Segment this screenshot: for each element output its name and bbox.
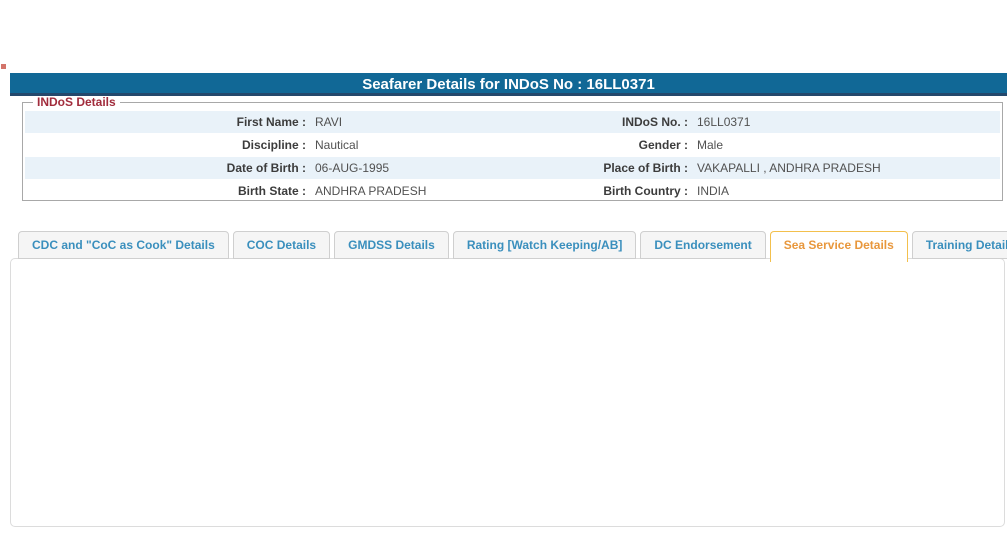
indos-no-value: 16LL0371 (697, 115, 751, 129)
date-of-birth-label: Date of Birth : (226, 161, 306, 175)
birth-country-value: INDIA (697, 184, 730, 198)
tab-gmdss-details[interactable]: GMDSS Details (334, 231, 449, 259)
sea-service-tab-panel (10, 258, 1005, 527)
date-of-birth-value: 06-AUG-1995 (315, 161, 390, 175)
page-title: Seafarer Details for INDoS No : 16LL0371 (10, 73, 1007, 96)
discipline-value: Nautical (315, 138, 359, 152)
indos-row: First Name : RAVI INDoS No. : 16LL0371 (25, 111, 1000, 133)
tab-rating-watch-keeping-ab[interactable]: Rating [Watch Keeping/AB] (452, 231, 637, 259)
place-of-birth-label: Place of Birth : (603, 161, 688, 175)
indos-no-label: INDoS No. : (622, 115, 688, 129)
tab-training-details[interactable]: Training Details (911, 231, 1007, 259)
tab-dc-endorsement[interactable]: DC Endorsement (640, 231, 766, 259)
gender-value: Male (697, 138, 724, 152)
details-tab-bar: CDC and "CoC as Cook" Details COC Detail… (10, 231, 1007, 263)
tab-coc-details[interactable]: COC Details (232, 231, 331, 259)
broken-image-icon (1, 64, 6, 69)
discipline-label: Discipline : (241, 138, 306, 152)
indos-details-section: INDoS Details First Name : RAVI INDoS No… (22, 95, 1003, 201)
tab-sea-service-details[interactable]: Sea Service Details (769, 231, 908, 262)
indos-details-legend: INDoS Details (37, 95, 116, 109)
birth-country-label: Birth Country : (603, 184, 688, 198)
birth-state-value: ANDHRA PRADESH (315, 184, 427, 198)
place-of-birth-value: VAKAPALLI , ANDHRA PRADESH (697, 161, 881, 175)
indos-row: Birth State : ANDHRA PRADESH Birth Count… (25, 180, 1000, 202)
birth-state-label: Birth State : (237, 184, 306, 198)
seafarer-details-page: Seafarer Details for INDoS No : 16LL0371… (0, 0, 1007, 539)
gender-label: Gender : (638, 138, 688, 152)
indos-row: Discipline : Nautical Gender : Male (25, 134, 1000, 156)
tab-cdc-coc-as-cook-details[interactable]: CDC and "CoC as Cook" Details (18, 231, 229, 259)
indos-row: Date of Birth : 06-AUG-1995 Place of Bir… (25, 157, 1000, 179)
first-name-label: First Name : (236, 115, 306, 129)
first-name-value: RAVI (315, 115, 343, 129)
